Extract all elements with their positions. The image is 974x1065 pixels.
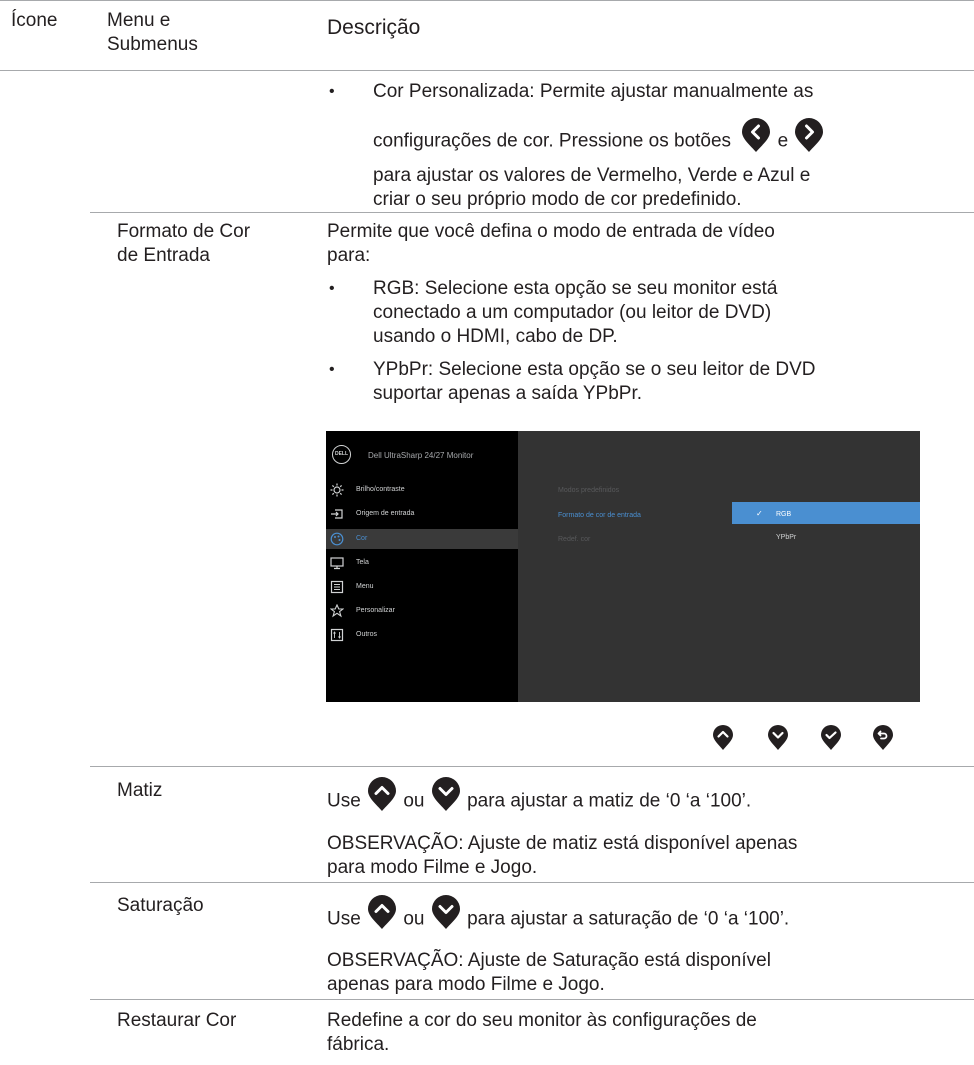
hue-menu-label: Matiz bbox=[117, 780, 163, 801]
osd-menu-item-active: Cor bbox=[356, 535, 368, 542]
star-icon bbox=[330, 604, 344, 618]
saturation-menu-label: Saturação bbox=[117, 895, 204, 916]
row-rule bbox=[90, 999, 974, 1000]
down-icon bbox=[768, 725, 788, 750]
bullet: • bbox=[329, 83, 335, 100]
up-button-icon bbox=[366, 776, 398, 819]
hue-note-line2: para modo Filme e Jogo. bbox=[327, 857, 538, 878]
osd-option-ypbpr: YPbPr bbox=[776, 534, 797, 541]
row-rule bbox=[90, 882, 974, 883]
check-icon bbox=[821, 725, 841, 750]
down-button-icon bbox=[430, 894, 462, 937]
row-rule bbox=[90, 212, 974, 213]
osd-check-icon: ✓ bbox=[756, 509, 763, 518]
hue-note-line1: OBSERVAÇÃO: Ajuste de matiz está disponí… bbox=[327, 833, 798, 854]
osd-active-row-bg bbox=[326, 529, 518, 549]
saturation-use: Use bbox=[327, 908, 361, 930]
custom-color-line2-text: configurações de cor. Pressione os botõe… bbox=[373, 130, 732, 152]
row-rule bbox=[90, 766, 974, 767]
rgb-line2: conectado a um computador (ou leitor de … bbox=[373, 302, 772, 323]
left-button-icon bbox=[740, 117, 772, 160]
up-icon bbox=[713, 725, 733, 750]
osd-main-menu: DELL Dell UltraSharp 24/27 Monitor Brilh… bbox=[326, 431, 518, 702]
top-rule bbox=[0, 0, 974, 1]
col-header-menu-line1: Menu e bbox=[107, 10, 171, 31]
palette-icon bbox=[330, 532, 344, 546]
reset-color-desc-line2: fábrica. bbox=[327, 1034, 390, 1055]
header-rule bbox=[0, 70, 974, 71]
input-format-menu-line1: Formato de Cor bbox=[117, 221, 251, 242]
bullet: • bbox=[329, 361, 335, 378]
custom-color-line4: criar o seu próprio modo de cor predefin… bbox=[373, 189, 742, 210]
saturation-or: ou bbox=[403, 908, 425, 930]
osd-submenu-item: Redef. cor bbox=[558, 536, 591, 543]
right-button-icon bbox=[793, 117, 825, 160]
hue-desc-rest: para ajustar a matiz de ‘0 ‘a ‘100’. bbox=[467, 790, 752, 812]
col-header-description: Descrição bbox=[327, 16, 421, 39]
col-header-icon: Ícone bbox=[11, 10, 58, 31]
ypbpr-line1: YPbPr: Selecione esta opção se o seu lei… bbox=[373, 359, 816, 380]
sun-icon bbox=[330, 483, 344, 497]
osd-menu-item: Origem de entrada bbox=[356, 510, 415, 517]
input-format-menu-line2: de Entrada bbox=[117, 245, 210, 266]
menu-list-icon bbox=[330, 580, 344, 594]
custom-color-line1: Cor Personalizada: Permite ajustar manua… bbox=[373, 81, 814, 102]
osd-screenshot: DELL Dell UltraSharp 24/27 Monitor Brilh… bbox=[326, 431, 920, 702]
back-icon bbox=[873, 725, 893, 750]
osd-menu-item: Menu bbox=[356, 583, 374, 590]
custom-color-line3: para ajustar os valores de Vermelho, Ver… bbox=[373, 165, 811, 186]
others-icon bbox=[330, 628, 344, 642]
bullet: • bbox=[329, 280, 335, 297]
rgb-line3: usando o HDMI, cabo de DP. bbox=[373, 326, 618, 347]
osd-title: Dell UltraSharp 24/27 Monitor bbox=[368, 451, 474, 460]
input-format-desc-line2: para: bbox=[327, 245, 371, 266]
input-format-desc-line1: Permite que você defina o modo de entrad… bbox=[327, 221, 775, 242]
ypbpr-line2: suportar apenas a saída YPbPr. bbox=[373, 383, 642, 404]
osd-menu-item: Outros bbox=[356, 631, 378, 638]
hue-or: ou bbox=[403, 790, 425, 812]
up-button-icon bbox=[366, 894, 398, 937]
display-icon bbox=[330, 557, 344, 570]
osd-submenu-item-active: Formato de cor de entrada bbox=[558, 512, 641, 519]
hue-desc: Use ou para ajustar a matiz de ‘0 ‘a ‘10… bbox=[327, 777, 752, 819]
reset-color-desc-line1: Redefine a cor do seu monitor às configu… bbox=[327, 1010, 757, 1031]
saturation-note-line1: OBSERVAÇÃO: Ajuste de Saturação está dis… bbox=[327, 950, 771, 971]
osd-menu-item: Personalizar bbox=[356, 607, 395, 614]
hue-use: Use bbox=[327, 790, 361, 812]
reset-color-menu-label: Restaurar Cor bbox=[117, 1010, 237, 1031]
rgb-line1: RGB: Selecione esta opção se seu monitor… bbox=[373, 278, 778, 299]
down-button-icon bbox=[430, 776, 462, 819]
osd-menu-item: Tela bbox=[356, 559, 369, 566]
osd-menu-item: Brilho/contraste bbox=[356, 486, 405, 493]
col-header-menu-line2: Submenus bbox=[107, 34, 198, 55]
saturation-note-line2: apenas para modo Filme e Jogo. bbox=[327, 974, 605, 995]
custom-color-and: e bbox=[777, 130, 789, 152]
osd-submenu-item: Modos predefinidos bbox=[558, 487, 620, 494]
saturation-desc: Use ou para ajustar a saturação de ‘0 ‘a… bbox=[327, 895, 790, 937]
custom-color-line2: configurações de cor. Pressione os botõe… bbox=[373, 118, 825, 160]
input-source-icon bbox=[331, 509, 343, 519]
saturation-desc-rest: para ajustar a saturação de ‘0 ‘a ‘100’. bbox=[467, 908, 790, 930]
dell-logo-icon: DELL bbox=[332, 445, 351, 464]
osd-option-rgb: RGB bbox=[776, 511, 792, 518]
